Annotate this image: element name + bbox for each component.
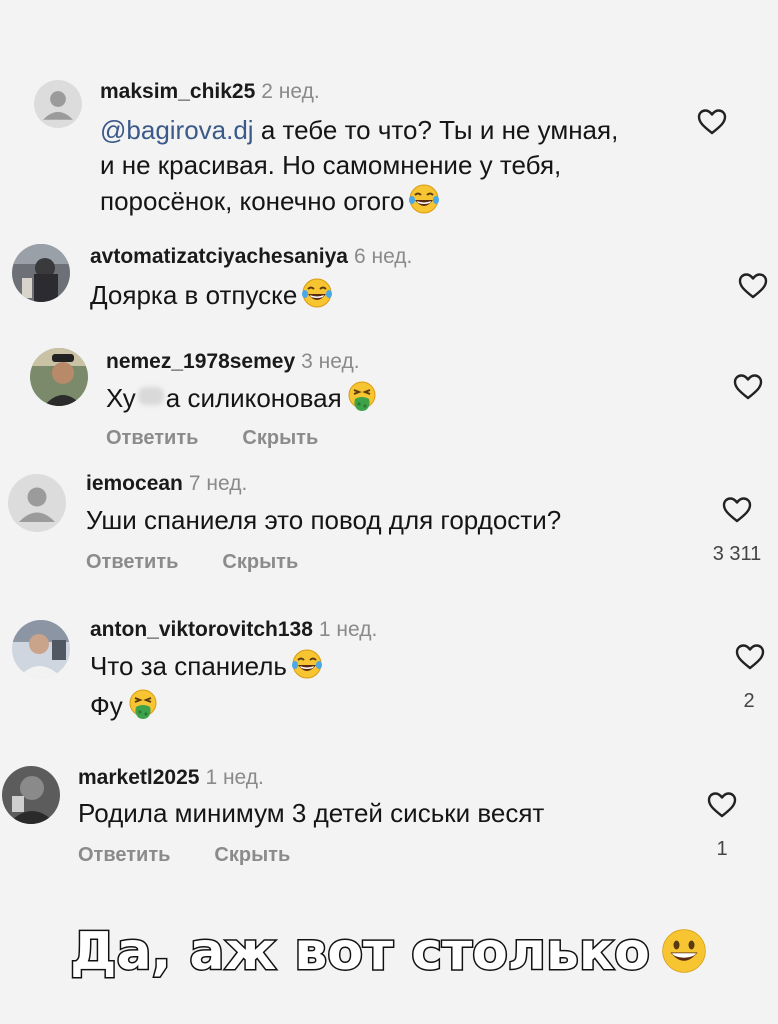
comment-line: Уши спаниеля это повод для гордости? bbox=[86, 505, 562, 535]
vomiting-face-icon bbox=[346, 380, 378, 412]
hide-button[interactable]: Скрыть bbox=[222, 551, 298, 573]
caption-text: Да, аж вот столько bbox=[69, 921, 652, 984]
comment-line: а тебе то что? Ты и не умная, bbox=[253, 115, 619, 145]
laughing-tears-icon bbox=[408, 183, 440, 215]
reply-button[interactable]: Ответить bbox=[78, 844, 170, 866]
default-avatar-icon bbox=[8, 474, 66, 532]
laughing-tears-icon bbox=[301, 277, 333, 309]
comment-line: а силиконовая bbox=[165, 383, 342, 413]
default-avatar-icon bbox=[34, 80, 82, 128]
comment-actions: Ответить Скрыть bbox=[106, 427, 318, 450]
comment-line: Родила минимум 3 детей сиськи весят bbox=[78, 798, 545, 828]
comment-header: iemocean 7 нед. bbox=[86, 472, 247, 496]
username[interactable]: avtomatizatciyachesaniya bbox=[90, 245, 348, 268]
username[interactable]: iemocean bbox=[86, 472, 183, 495]
like-count: 2 bbox=[743, 690, 755, 712]
laughing-tears-icon bbox=[291, 648, 323, 680]
comment-line: поросёнок, конечно огого bbox=[100, 186, 405, 216]
mention-link[interactable]: @bagirova.dj bbox=[100, 115, 254, 145]
timestamp: 1 нед. bbox=[318, 618, 378, 641]
hide-button[interactable]: Скрыть bbox=[214, 844, 290, 866]
like-count: 3 311 bbox=[712, 543, 762, 565]
username[interactable]: anton_viktorovitch138 bbox=[90, 618, 313, 641]
avatar[interactable] bbox=[34, 80, 82, 128]
censored-blur bbox=[137, 387, 164, 405]
username[interactable]: nemez_1978semey bbox=[106, 350, 295, 373]
like-heart-icon[interactable] bbox=[735, 643, 765, 671]
comment-line: Ху bbox=[106, 383, 136, 413]
comment-text: Что за спаниель Фу bbox=[90, 648, 323, 724]
like-heart-icon[interactable] bbox=[697, 108, 727, 136]
timestamp: 3 нед. bbox=[301, 350, 360, 373]
reply-button[interactable]: Ответить bbox=[86, 551, 178, 573]
reply-button[interactable]: Ответить bbox=[106, 427, 198, 449]
comment-header: anton_viktorovitch138 1 нед. bbox=[90, 618, 377, 642]
comment-line: Что за спаниель bbox=[90, 651, 287, 681]
comment-text: Ху а силиконовая bbox=[106, 380, 378, 416]
username[interactable]: marketl2025 bbox=[78, 766, 199, 789]
avatar[interactable] bbox=[8, 474, 66, 532]
comment-actions: Ответить Скрыть bbox=[78, 844, 290, 867]
comment-header: maksim_chik25 2 нед. bbox=[100, 80, 320, 104]
comment-text: Уши спаниеля это повод для гордости? bbox=[86, 503, 561, 538]
avatar[interactable] bbox=[2, 766, 60, 824]
comment-header: avtomatizatciyachesaniya 6 нед. bbox=[90, 245, 412, 269]
comment-line: и не красивая. Но самомнение у тебя, bbox=[100, 150, 562, 180]
avatar[interactable] bbox=[12, 244, 70, 302]
user-photo-icon bbox=[12, 620, 70, 678]
user-photo-icon bbox=[2, 766, 60, 824]
comment-text: @bagirova.dj а тебе то что? Ты и не умна… bbox=[100, 113, 618, 219]
vomiting-face-icon bbox=[127, 688, 159, 720]
comment-header: marketl2025 1 нед. bbox=[78, 766, 264, 790]
comment-text: Родила минимум 3 детей сиськи весят bbox=[78, 796, 544, 831]
hide-button[interactable]: Скрыть bbox=[242, 427, 318, 449]
comment-text: Доярка в отпуске bbox=[90, 277, 333, 313]
like-heart-icon[interactable] bbox=[733, 373, 763, 401]
timestamp: 6 нед. bbox=[353, 245, 413, 268]
timestamp: 1 нед. bbox=[205, 766, 264, 789]
timestamp: 7 нед. bbox=[188, 472, 248, 495]
user-photo-icon bbox=[12, 244, 70, 302]
grinning-face-icon bbox=[660, 927, 708, 975]
like-count: 1 bbox=[716, 838, 728, 860]
like-heart-icon[interactable] bbox=[738, 272, 768, 300]
timestamp: 2 нед. bbox=[261, 80, 320, 103]
username[interactable]: maksim_chik25 bbox=[100, 80, 255, 103]
user-photo-icon bbox=[30, 348, 88, 406]
avatar[interactable] bbox=[30, 348, 88, 406]
comment-actions: Ответить Скрыть bbox=[86, 551, 298, 574]
comment-line: Фу bbox=[90, 691, 123, 721]
video-caption: Да, аж вот столько bbox=[0, 921, 778, 984]
avatar[interactable] bbox=[12, 620, 70, 678]
comment-header: nemez_1978semey 3 нед. bbox=[106, 350, 360, 374]
like-heart-icon[interactable] bbox=[707, 791, 737, 819]
like-heart-icon[interactable] bbox=[722, 496, 752, 524]
comment-line: Доярка в отпуске bbox=[90, 280, 298, 310]
